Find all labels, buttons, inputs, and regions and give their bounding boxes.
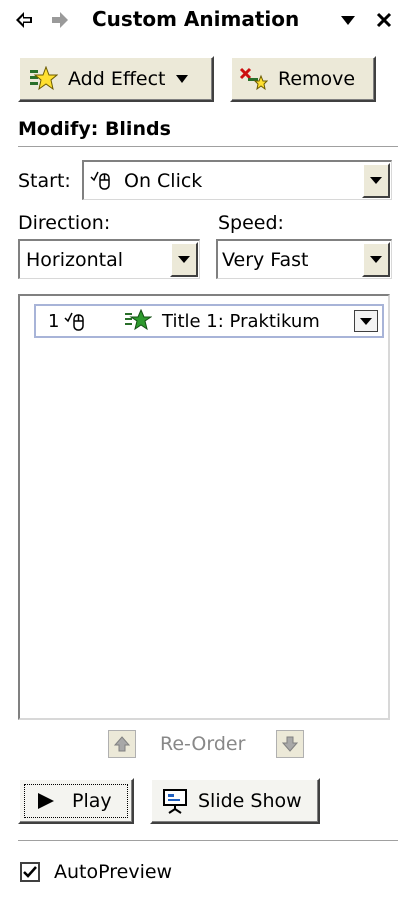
reorder-label: Re-Order xyxy=(160,733,246,755)
chevron-down-icon xyxy=(360,317,372,325)
focus-ring xyxy=(24,784,128,818)
direction-label: Direction: xyxy=(18,212,111,234)
close-icon[interactable] xyxy=(374,10,394,30)
speed-select[interactable]: Very Fast xyxy=(216,239,392,279)
up-arrow-icon xyxy=(113,735,131,753)
autopreview-checkbox[interactable] xyxy=(20,862,40,882)
remove-icon xyxy=(238,66,268,92)
start-dropdown-button[interactable] xyxy=(362,163,390,198)
chevron-down-icon xyxy=(370,177,382,184)
speed-value: Very Fast xyxy=(222,249,309,271)
item-label: Title 1: Praktikum xyxy=(162,311,320,332)
direction-dropdown-button[interactable] xyxy=(170,242,198,277)
play-button[interactable]: Play xyxy=(18,778,134,824)
item-number: 1 xyxy=(48,311,60,332)
animation-list[interactable]: 1 Title 1: Praktikum xyxy=(18,294,390,720)
checkmark-icon xyxy=(23,865,37,879)
start-label: Start: xyxy=(18,170,71,192)
dropdown-icon[interactable] xyxy=(338,10,358,30)
speed-dropdown-button[interactable] xyxy=(362,242,390,277)
item-dropdown-button[interactable] xyxy=(354,310,378,332)
forward-arrow-icon[interactable] xyxy=(50,10,70,30)
back-arrow-icon[interactable] xyxy=(14,10,34,30)
speed-label: Speed: xyxy=(218,212,284,234)
slide-show-button[interactable]: Slide Show xyxy=(150,778,320,824)
task-pane-header: Custom Animation xyxy=(0,0,407,42)
down-arrow-icon xyxy=(281,735,299,753)
pane-title: Custom Animation xyxy=(92,7,300,31)
move-up-button[interactable] xyxy=(108,730,136,758)
add-effect-label: Add Effect xyxy=(68,68,166,90)
remove-button[interactable]: Remove xyxy=(230,56,376,102)
add-effect-button[interactable]: Add Effect xyxy=(18,56,214,102)
list-item[interactable]: 1 Title 1: Praktikum xyxy=(34,304,384,338)
entrance-effect-icon xyxy=(124,309,152,333)
move-down-button[interactable] xyxy=(276,730,304,758)
direction-value: Horizontal xyxy=(26,249,124,271)
direction-select[interactable]: Horizontal xyxy=(18,239,200,279)
chevron-down-icon xyxy=(175,75,188,83)
chevron-down-icon xyxy=(370,256,382,263)
remove-label: Remove xyxy=(278,68,356,90)
divider xyxy=(18,840,398,841)
divider xyxy=(18,146,398,147)
slide-show-icon xyxy=(162,788,188,814)
autopreview-label: AutoPreview xyxy=(54,861,173,883)
mouse-click-icon xyxy=(64,310,86,332)
start-value: On Click xyxy=(124,170,203,192)
modify-heading: Modify: Blinds xyxy=(18,118,171,140)
start-select[interactable]: On Click xyxy=(82,160,392,200)
add-effect-icon xyxy=(28,66,58,92)
mouse-click-icon xyxy=(90,169,112,191)
chevron-down-icon xyxy=(178,256,190,263)
slide-show-label: Slide Show xyxy=(198,790,302,812)
